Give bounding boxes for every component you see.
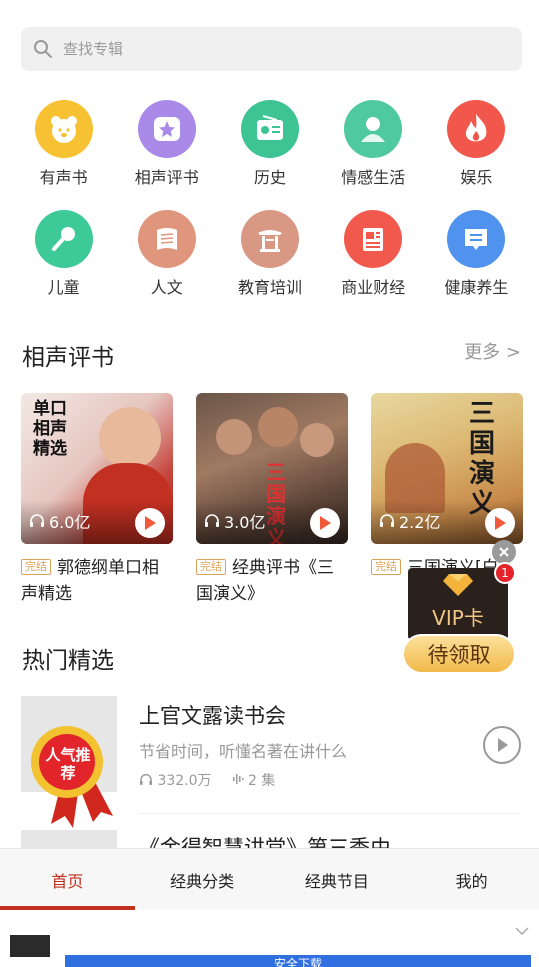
book-icon bbox=[137, 210, 196, 268]
album-title: 完结 经典评书《三国演义》 bbox=[196, 555, 348, 607]
category-label: 商业财经 bbox=[341, 278, 406, 297]
play-count-value: 332.0万 bbox=[157, 773, 212, 789]
vip-card-popup[interactable]: VIP卡 1 待领取 bbox=[402, 540, 520, 676]
play-count: 2.2亿 bbox=[379, 509, 440, 533]
status-badge: 完结 bbox=[371, 559, 401, 575]
radio-icon bbox=[240, 100, 299, 158]
headphones-icon bbox=[379, 512, 395, 531]
section-title-hot: 热门精选 bbox=[22, 648, 114, 674]
person-icon bbox=[344, 100, 403, 158]
hot-cover bbox=[21, 830, 117, 850]
headphones-icon bbox=[204, 512, 220, 531]
category-humanities[interactable]: 人文 bbox=[115, 210, 218, 298]
category-emotion[interactable]: 情感生活 bbox=[322, 100, 425, 188]
headphones-icon bbox=[29, 512, 45, 531]
album-cover: 三国演义 3.0亿 bbox=[196, 393, 348, 544]
category-label: 教育培训 bbox=[237, 278, 302, 297]
category-history[interactable]: 历史 bbox=[218, 100, 321, 188]
divider bbox=[139, 813, 521, 814]
star-icon bbox=[137, 100, 196, 158]
play-icon bbox=[498, 738, 508, 752]
headphones-icon bbox=[140, 774, 152, 785]
category-business[interactable]: 商业财经 bbox=[322, 210, 425, 298]
play-button[interactable] bbox=[485, 508, 515, 538]
play-count: 6.0亿 bbox=[29, 509, 90, 533]
category-entertainment[interactable]: 娱乐 bbox=[425, 100, 528, 188]
tab-categories[interactable]: 经典分类 bbox=[135, 849, 270, 910]
status-badge: 完结 bbox=[196, 559, 226, 575]
category-health[interactable]: 健康养生 bbox=[425, 210, 528, 298]
episode-count-value: 2 集 bbox=[248, 773, 276, 789]
play-count: 3.0亿 bbox=[204, 509, 265, 533]
album-card[interactable]: 单口相声精选 6.0亿 完结 郭德纲单口相声精选 bbox=[21, 393, 173, 607]
status-badge: 完结 bbox=[21, 559, 51, 575]
microphone-icon bbox=[34, 210, 93, 268]
cover-text: 单口相声精选 bbox=[33, 399, 67, 459]
vip-card: VIP卡 bbox=[408, 568, 508, 640]
hot-list-item[interactable]: 人气推荐 上官文露读书会 节省时间，听懂名著在讲什么 332.0万 2 集 bbox=[21, 696, 521, 828]
hot-description: 节省时间，听懂名著在讲什么 bbox=[139, 742, 348, 761]
play-count: 332.0万 bbox=[139, 770, 212, 790]
section-title-crosstalk: 相声评书 bbox=[22, 345, 114, 371]
bear-icon bbox=[34, 100, 93, 158]
play-button[interactable] bbox=[135, 508, 165, 538]
bottom-tab-bar: 首页 经典分类 经典节目 我的 bbox=[0, 848, 539, 910]
waveform-icon bbox=[232, 774, 244, 784]
category-label: 儿童 bbox=[47, 278, 80, 297]
claim-button[interactable]: 待领取 bbox=[402, 634, 516, 674]
download-button[interactable]: 安全下载 bbox=[65, 955, 531, 967]
episode-count: 2 集 bbox=[232, 770, 276, 790]
ad-thumbnail bbox=[10, 935, 50, 957]
category-label: 人文 bbox=[150, 278, 183, 297]
hot-title: 上官文露读书会 bbox=[139, 704, 286, 728]
diamond-icon bbox=[443, 574, 473, 596]
category-education[interactable]: 教育培训 bbox=[218, 210, 321, 298]
category-label: 健康养生 bbox=[444, 278, 509, 297]
ad-banner[interactable]: 安全下载 bbox=[0, 910, 539, 967]
category-label: 娱乐 bbox=[460, 168, 493, 187]
category-grid: 有声书 相声评书 历史 情感生活 娱乐 儿童 人文 教育培训 商业财经 健康养生 bbox=[12, 100, 528, 298]
hot-meta: 332.0万 2 集 bbox=[139, 770, 275, 790]
album-title: 完结 郭德纲单口相声精选 bbox=[21, 555, 173, 607]
more-link[interactable]: 更多 > bbox=[464, 338, 521, 364]
message-icon bbox=[447, 210, 506, 268]
tab-programs[interactable]: 经典节目 bbox=[270, 849, 405, 910]
flame-icon bbox=[447, 100, 506, 158]
pavilion-icon bbox=[240, 210, 299, 268]
category-label: 情感生活 bbox=[341, 168, 406, 187]
play-button[interactable] bbox=[483, 726, 521, 764]
play-count-value: 3.0亿 bbox=[224, 513, 266, 532]
play-icon bbox=[145, 516, 156, 530]
search-icon bbox=[33, 39, 53, 59]
notification-badge: 1 bbox=[494, 562, 516, 584]
tab-home[interactable]: 首页 bbox=[0, 849, 135, 910]
category-audiobook[interactable]: 有声书 bbox=[12, 100, 115, 188]
category-children[interactable]: 儿童 bbox=[12, 210, 115, 298]
portrait-face bbox=[99, 407, 161, 469]
category-crosstalk[interactable]: 相声评书 bbox=[115, 100, 218, 188]
play-count-value: 2.2亿 bbox=[399, 513, 441, 532]
category-label: 历史 bbox=[253, 168, 286, 187]
newspaper-icon bbox=[344, 210, 403, 268]
play-icon bbox=[495, 516, 506, 530]
tab-profile[interactable]: 我的 bbox=[404, 849, 539, 910]
hot-cover: 人气推荐 bbox=[21, 696, 117, 828]
search-input[interactable] bbox=[63, 40, 483, 58]
play-button[interactable] bbox=[310, 508, 340, 538]
close-icon[interactable] bbox=[492, 540, 516, 564]
vip-label: VIP卡 bbox=[432, 606, 484, 630]
chevron-down-icon[interactable] bbox=[515, 926, 529, 936]
category-label: 相声评书 bbox=[134, 168, 199, 187]
search-bar[interactable] bbox=[21, 27, 522, 71]
album-cover: 单口相声精选 6.0亿 bbox=[21, 393, 173, 544]
category-label: 有声书 bbox=[39, 168, 88, 187]
album-cover: 三国演义 2.2亿 bbox=[371, 393, 523, 544]
badge-text: 人气推荐 bbox=[45, 746, 91, 782]
play-icon bbox=[320, 516, 331, 530]
album-card[interactable]: 三国演义 3.0亿 完结经典评书《三国演义》 bbox=[196, 393, 348, 607]
play-count-value: 6.0亿 bbox=[49, 513, 91, 532]
